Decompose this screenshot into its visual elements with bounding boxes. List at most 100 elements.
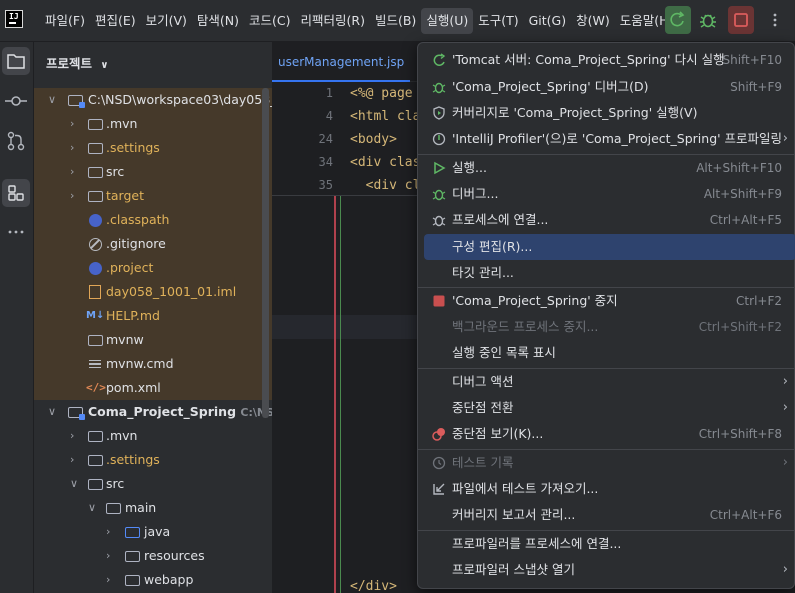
menu-manage-targets[interactable]: 타깃 관리... [424, 260, 795, 286]
menu-attach-to-process[interactable]: 프로세스에 연결... Ctrl+Alt+F5 [424, 207, 795, 233]
code-line[interactable]: <html cla [350, 109, 420, 124]
menu-item-label: 'Coma_Project_Spring' 중지 [452, 293, 618, 308]
tree-node-pom[interactable]: </> pom.xml [34, 376, 272, 400]
tree-node-src[interactable]: ∨ src [34, 472, 272, 496]
debug-button[interactable] [695, 6, 721, 34]
menu-refactor[interactable]: 리팩터링(R) [296, 8, 370, 34]
chevron-right-icon[interactable]: › [70, 424, 80, 448]
intellij-logo-icon[interactable]: IJ [5, 10, 23, 28]
menu-profile-intellij[interactable]: 'IntelliJ Profiler'(으)로 'Coma_Project_Sp… [424, 126, 795, 152]
menu-show-running-list[interactable]: 실행 중인 목록 표시 [424, 340, 795, 366]
tree-node-label: resources [144, 548, 205, 563]
chevron-right-icon[interactable]: › [106, 520, 116, 544]
menu-build[interactable]: 빌드(B) [370, 8, 421, 34]
menu-edit-configurations[interactable]: 구성 편집(R)... [424, 234, 795, 260]
menu-debug-dialog[interactable]: 디버그... Alt+Shift+F9 [424, 181, 795, 207]
tree-node-label: day058_1001_01.iml [106, 284, 237, 299]
tree-node-mvnw[interactable]: mvnw [34, 328, 272, 352]
menu-item-label: 중단점 보기(K)... [452, 426, 544, 441]
menu-item-shortcut: Shift+F9 [730, 80, 782, 94]
menu-view[interactable]: 보기(V) [141, 8, 192, 34]
chevron-down-icon[interactable]: ∨ [88, 496, 98, 520]
tree-node-gitignore[interactable]: .gitignore [34, 232, 272, 256]
project-panel-header[interactable]: 프로젝트 ∨ [46, 53, 109, 72]
menu-rerun-tomcat[interactable]: 'Tomcat 서버: Coma_Project_Spring' 다시 실행 S… [424, 47, 795, 73]
structure-tool-button[interactable] [2, 179, 30, 207]
tree-node-label: mvnw.cmd [106, 356, 174, 371]
menu-manage-coverage-reports[interactable]: 커버리지 보고서 관리... Ctrl+Alt+F6 [424, 502, 795, 528]
stop-button[interactable] [728, 6, 754, 34]
chevron-right-icon[interactable]: › [70, 136, 80, 160]
tree-node-java[interactable]: › java [34, 520, 272, 544]
web-folder-icon [125, 575, 140, 586]
code-line[interactable]: </div> [350, 579, 397, 593]
chevron-right-icon[interactable]: › [70, 160, 80, 184]
tree-node-label: mvnw [106, 332, 144, 347]
code-line[interactable]: <%@ page [350, 86, 413, 101]
rerun-button[interactable] [665, 6, 691, 34]
tree-node-mvnw-cmd[interactable]: mvnw.cmd [34, 352, 272, 376]
menu-debug-project[interactable]: 'Coma_Project_Spring' 디버그(D) Shift+F9 [424, 74, 795, 100]
more-options-button[interactable] [764, 6, 786, 34]
project-panel-scrollbar[interactable] [262, 88, 269, 418]
menu-git[interactable]: Git(G) [524, 8, 572, 34]
menu-item-label: 'IntelliJ Profiler'(으)로 'Coma_Project_Sp… [452, 131, 783, 146]
tree-node-settings[interactable]: › .settings [34, 136, 272, 160]
code-line[interactable]: <div cl [350, 178, 421, 193]
tree-node-mvn[interactable]: › .mvn [34, 424, 272, 448]
tree-node-main[interactable]: ∨ main [34, 496, 272, 520]
tree-node-src[interactable]: › src [34, 160, 272, 184]
tree-node-mvn[interactable]: › .mvn [34, 112, 272, 136]
menu-tools[interactable]: 도구(T) [473, 8, 523, 34]
chevron-right-icon[interactable]: › [70, 112, 80, 136]
menu-toggle-breakpoint[interactable]: 중단점 전환 › [424, 395, 795, 421]
tree-node-target[interactable]: › target [34, 184, 272, 208]
more-tools-button[interactable] [2, 218, 30, 246]
menu-run-with-coverage[interactable]: 커버리지로 'Coma_Project_Spring' 실행(V) [424, 100, 795, 126]
menu-item-label: 중단점 전환 [452, 400, 514, 415]
tree-node-resources[interactable]: › resources [34, 544, 272, 568]
chevron-right-icon: › [782, 374, 788, 389]
menu-window[interactable]: 창(W) [571, 8, 615, 34]
menu-view-breakpoints[interactable]: 중단점 보기(K)... Ctrl+Shift+F8 [424, 421, 795, 447]
menu-run-dialog[interactable]: 실행... Alt+Shift+F10 [424, 155, 795, 181]
menu-stop-project[interactable]: 'Coma_Project_Spring' 중지 Ctrl+F2 [424, 288, 795, 314]
menu-attach-profiler[interactable]: 프로파일러를 프로세스에 연결... [424, 531, 795, 557]
tree-node-label: .classpath [106, 212, 170, 227]
code-line[interactable]: <div clas [350, 155, 420, 170]
editor-tab-user-management[interactable]: userManagement.jsp [272, 42, 411, 82]
menu-file[interactable]: 파일(F) [40, 8, 90, 34]
tree-node-webapp[interactable]: › webapp [34, 568, 272, 592]
menu-edit[interactable]: 편집(E) [90, 8, 141, 34]
menu-run[interactable]: 실행(U) [421, 8, 474, 34]
menu-open-profiler-snapshot[interactable]: 프로파일러 스냅샷 열기 › [424, 557, 795, 583]
tree-node-coma-project[interactable]: ∨ Coma_Project_Spring C:\NSD\w [34, 400, 272, 424]
menu-code[interactable]: 코드(C) [244, 8, 295, 34]
commit-tool-button[interactable] [2, 87, 30, 115]
pull-requests-tool-button[interactable] [2, 127, 30, 155]
project-tool-button[interactable] [2, 47, 30, 75]
chevron-down-icon[interactable]: ∨ [48, 88, 58, 112]
tree-node-label: target [106, 188, 145, 203]
chevron-down-icon[interactable]: ∨ [70, 472, 80, 496]
menu-navigate[interactable]: 탐색(N) [192, 8, 244, 34]
chevron-right-icon[interactable]: › [70, 184, 80, 208]
chevron-right-icon[interactable]: › [106, 544, 116, 568]
chevron-right-icon[interactable]: › [70, 448, 80, 472]
line-number: 1 [325, 86, 333, 100]
menu-import-tests-from-file[interactable]: 파일에서 테스트 가져오기... [424, 476, 795, 502]
code-line[interactable]: <body> [350, 132, 397, 147]
folder-icon [7, 54, 25, 69]
chevron-right-icon[interactable]: › [106, 568, 116, 592]
tree-node-classpath[interactable]: .classpath [34, 208, 272, 232]
tree-node-label: main [125, 500, 157, 515]
tree-node-help-md[interactable]: M↓ HELP.md [34, 304, 272, 328]
tree-node-project[interactable]: .project [34, 256, 272, 280]
line-number: 35 [318, 178, 333, 192]
tree-node-day058[interactable]: ∨ C:\NSD\workspace03\day058_1 [34, 88, 272, 112]
menu-debug-actions[interactable]: 디버그 액션 › [424, 369, 795, 395]
menu-item-shortcut: Alt+Shift+F9 [703, 187, 782, 201]
tree-node-iml[interactable]: day058_1001_01.iml [34, 280, 272, 304]
tree-node-settings[interactable]: › .settings [34, 448, 272, 472]
chevron-down-icon[interactable]: ∨ [48, 400, 58, 424]
